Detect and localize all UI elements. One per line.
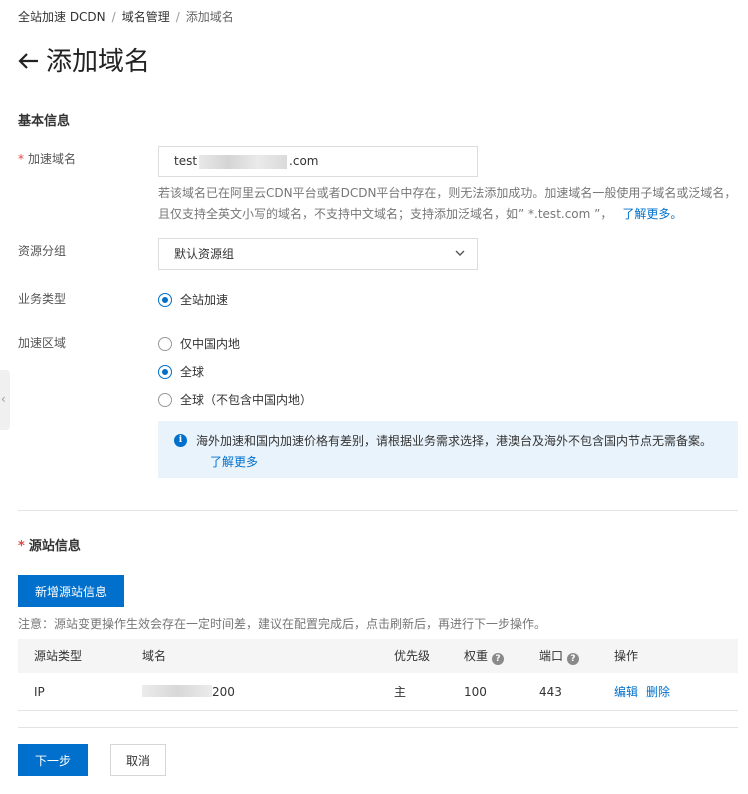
column-header-actions: 操作 bbox=[614, 649, 639, 663]
cell-domain: 200 bbox=[142, 673, 235, 711]
cell-priority: 主 bbox=[394, 685, 407, 699]
resource-group-label: 资源分组 bbox=[18, 244, 67, 258]
radio-dot-checked bbox=[158, 364, 172, 379]
breadcrumb-item-dcdn[interactable]: 全站加速 DCDN bbox=[18, 10, 106, 24]
column-header-weight-text: 权重 bbox=[464, 649, 489, 663]
delete-origin-link[interactable]: 删除 bbox=[646, 685, 670, 699]
breadcrumb-item-current: 添加域名 bbox=[185, 10, 234, 24]
column-header-port-text: 端口 bbox=[539, 649, 564, 663]
resource-group-value: 默认资源组 bbox=[174, 247, 235, 261]
domain-label: * 加速域名 bbox=[18, 150, 76, 167]
info-text: 海外加速和国内加速价格有差别，请根据业务需求选择，港澳台及海外不包含国内节点无需… bbox=[196, 434, 713, 448]
radio-region-mainland[interactable]: 仅中国内地 bbox=[158, 335, 240, 352]
radio-dot bbox=[158, 336, 172, 351]
page-header: 添加域名 bbox=[18, 44, 150, 80]
column-header-domain: 域名 bbox=[142, 649, 167, 663]
required-mark: * bbox=[18, 539, 25, 554]
redacted-blur bbox=[142, 685, 212, 697]
section-title-origin-text: 源站信息 bbox=[28, 539, 81, 554]
radio-label: 全球 bbox=[180, 365, 205, 379]
cell-actions: 编辑 删除 bbox=[614, 673, 670, 711]
section-title-basic: 基本信息 bbox=[18, 114, 71, 129]
breadcrumb-separator: / bbox=[111, 10, 116, 24]
cell-domain-suffix: 200 bbox=[212, 685, 235, 699]
column-header-priority: 优先级 bbox=[394, 649, 431, 663]
radio-dot bbox=[158, 392, 172, 407]
cell-port: 443 bbox=[539, 685, 562, 699]
radio-dot-checked bbox=[158, 292, 172, 307]
page-title: 添加域名 bbox=[46, 47, 151, 77]
cancel-button[interactable]: 取消 bbox=[110, 744, 166, 776]
radio-label: 仅中国内地 bbox=[180, 337, 241, 351]
radio-business-type-full-site[interactable]: 全站加速 bbox=[158, 291, 228, 308]
add-origin-button[interactable]: 新增源站信息 bbox=[18, 575, 124, 607]
radio-label: 全站加速 bbox=[180, 293, 229, 307]
domain-input[interactable]: test .com bbox=[158, 146, 478, 177]
section-title-origin: * 源站信息 bbox=[18, 535, 81, 554]
domain-value-prefix: test bbox=[174, 154, 198, 168]
side-collapse-tab[interactable]: ‹ bbox=[0, 370, 10, 430]
origin-note: 注意：源站变更操作生效会存在一定时间差，建议在配置完成后，点击刷新后，再进行下一… bbox=[18, 617, 547, 631]
required-mark: * bbox=[18, 152, 24, 166]
domain-hint-learn-more-link[interactable]: 了解更多。 bbox=[622, 207, 682, 221]
domain-hint: 若该域名已在阿里云CDN平台或者DCDN平台中存在，则无法添加成功。加速域名一般… bbox=[158, 183, 743, 225]
edit-origin-link[interactable]: 编辑 bbox=[614, 685, 638, 699]
info-icon: i bbox=[174, 434, 187, 447]
origin-table-header: 源站类型 域名 优先级 权重? 端口? 操作 bbox=[18, 639, 738, 673]
next-step-button[interactable]: 下一步 bbox=[18, 744, 88, 776]
column-header-weight: 权重? bbox=[464, 639, 505, 673]
cell-weight: 100 bbox=[464, 685, 487, 699]
region-label: 加速区域 bbox=[18, 336, 67, 350]
cell-type: IP bbox=[34, 685, 45, 699]
region-info-box: i 海外加速和国内加速价格有差别，请根据业务需求选择，港澳台及海外不包含国内节点… bbox=[158, 421, 738, 478]
breadcrumb-separator: / bbox=[175, 10, 180, 24]
divider bbox=[18, 727, 738, 728]
info-learn-more-link[interactable]: 了解更多 bbox=[210, 455, 258, 469]
breadcrumb-item-domain-management[interactable]: 域名管理 bbox=[122, 10, 170, 24]
help-icon[interactable]: ? bbox=[492, 653, 505, 665]
radio-region-global-excl-mainland[interactable]: 全球（不包含中国内地） bbox=[158, 391, 312, 408]
domain-label-text: 加速域名 bbox=[28, 152, 77, 166]
chevron-down-icon bbox=[455, 250, 465, 256]
domain-value-suffix: .com bbox=[289, 154, 319, 168]
help-icon[interactable]: ? bbox=[567, 653, 580, 665]
business-type-label: 业务类型 bbox=[18, 292, 67, 306]
divider bbox=[18, 510, 738, 511]
radio-region-global[interactable]: 全球 bbox=[158, 363, 204, 380]
radio-label: 全球（不包含中国内地） bbox=[180, 393, 313, 407]
redacted-blur bbox=[199, 154, 288, 169]
column-header-type: 源站类型 bbox=[34, 649, 83, 663]
table-row: IP 200 主 100 443 编辑 删除 bbox=[18, 673, 738, 711]
column-header-port: 端口? bbox=[539, 639, 580, 673]
arrow-left-icon[interactable] bbox=[18, 44, 46, 80]
chevron-left-icon: ‹ bbox=[1, 392, 6, 406]
resource-group-select[interactable]: 默认资源组 bbox=[158, 238, 478, 270]
breadcrumb: 全站加速 DCDN / 域名管理 / 添加域名 bbox=[18, 8, 234, 25]
domain-hint-line2: 且仅支持全英文小写的域名，不支持中文域名；支持添加泛域名，如” *.test.c… bbox=[158, 207, 613, 221]
domain-hint-line1: 若该域名已在阿里云CDN平台或者DCDN平台中存在，则无法添加成功。加速域名一般… bbox=[158, 186, 737, 200]
